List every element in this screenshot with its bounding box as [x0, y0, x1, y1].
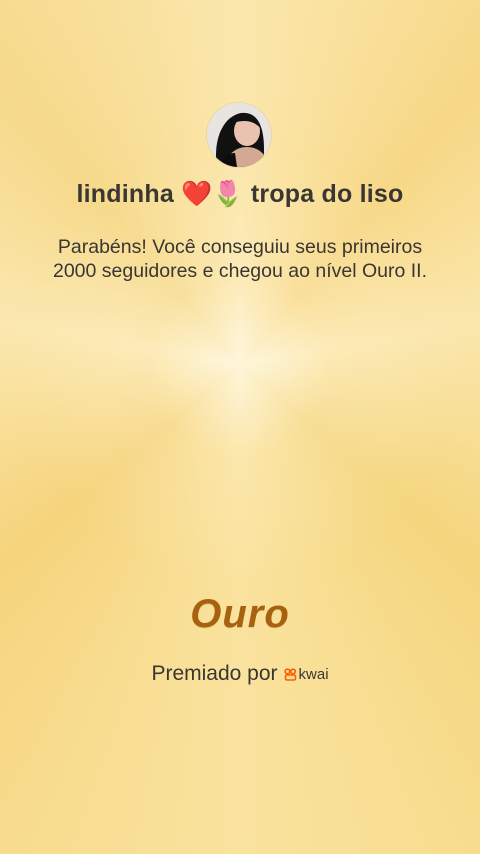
achievement-message: Parabéns! Você conseguiu seus primeiros …	[52, 236, 427, 282]
username: lindinha ❤️🌷 tropa do liso	[76, 180, 404, 208]
level-name: Ouro	[190, 592, 290, 636]
avatar-photo-icon	[207, 103, 271, 167]
kwai-logo: kwai	[283, 665, 329, 683]
awarded-by-label: Premiado por	[151, 662, 278, 685]
kwai-brand: kwai	[298, 665, 329, 683]
kwai-icon	[283, 667, 296, 681]
awarded-by: Premiado por kwai	[0, 662, 480, 686]
achievement-card: lindinha ❤️🌷 tropa do liso Parabéns! Voc…	[0, 0, 480, 854]
avatar[interactable]	[207, 103, 271, 167]
